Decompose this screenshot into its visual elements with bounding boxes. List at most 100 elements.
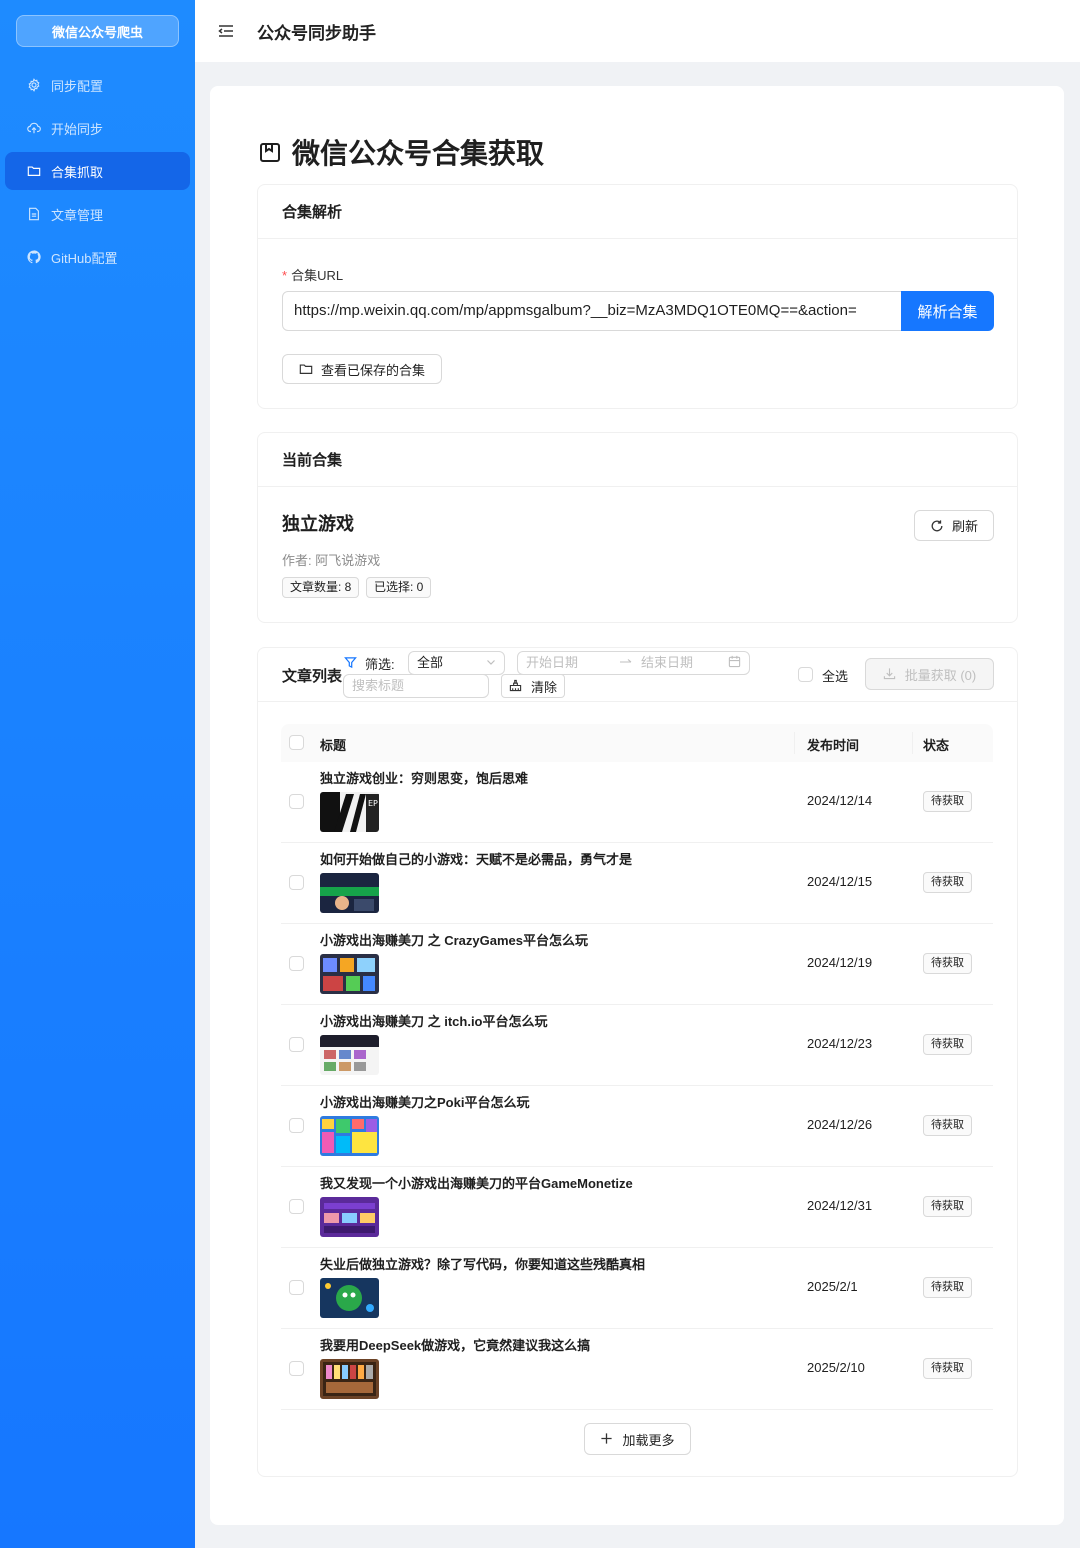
- date-range-picker[interactable]: 开始日期 结束日期: [517, 651, 750, 675]
- folder-icon: [27, 164, 41, 178]
- filter-icon: [344, 656, 357, 669]
- sidebar-item-label: 合集抓取: [51, 164, 104, 180]
- top-header: 公众号同步助手: [195, 0, 1080, 62]
- article-title: 失业后做独立游戏？除了写代码，你要知道这些残酷真相: [320, 1257, 646, 1272]
- arrow-right-icon: [619, 652, 633, 674]
- table-row[interactable]: 小游戏出海赚美刀 之 CrazyGames平台怎么玩 2024/12/19 待获…: [281, 924, 993, 1005]
- status-badge: 待获取: [923, 1277, 972, 1298]
- column-divider: [794, 732, 795, 754]
- end-date-input[interactable]: 结束日期: [641, 652, 693, 674]
- status-badge: 待获取: [923, 1196, 972, 1217]
- sidebar-item-label: 同步配置: [51, 78, 104, 94]
- article-title: 我又发现一个小游戏出海赚美刀的平台GameMonetize: [320, 1176, 633, 1191]
- select-all-label: 全选: [822, 669, 849, 684]
- article-date: 2024/12/15: [807, 874, 873, 889]
- parse-card: 合集解析 * 合集URL https://mp.weixin.qq.com/mp/…: [257, 184, 1018, 409]
- article-count-tag: 文章数量: 8: [282, 577, 360, 598]
- status-badge: 待获取: [923, 1034, 972, 1055]
- article-title: 我要用DeepSeek做游戏，它竟然建议我这么搞: [320, 1338, 591, 1353]
- parse-collection-button[interactable]: 解析合集: [901, 291, 994, 331]
- sidebar-item-label: 开始同步: [51, 121, 104, 137]
- app-title: 公众号同步助手: [257, 24, 376, 43]
- url-label: * 合集URL: [282, 268, 344, 283]
- clear-label: 清除: [530, 679, 557, 695]
- row-checkbox[interactable]: [289, 794, 304, 809]
- status-badge: 待获取: [923, 953, 972, 974]
- cloud-upload-icon: [27, 121, 41, 135]
- filter-label: 筛选:: [365, 657, 395, 672]
- sidebar: 微信公众号爬虫 同步配置 开始同步 合集抓取 文章管理 GitHub配置: [0, 0, 195, 1548]
- table-row[interactable]: 我又发现一个小游戏出海赚美刀的平台GameMonetize 2024/12/31…: [281, 1167, 993, 1248]
- table-row[interactable]: 失业后做独立游戏？除了写代码，你要知道这些残酷真相 2025/2/1 待获取: [281, 1248, 993, 1329]
- download-icon: [883, 667, 897, 681]
- status-badge: 待获取: [923, 872, 972, 893]
- parse-card-title: 合集解析: [258, 185, 1017, 239]
- sidebar-item-articles[interactable]: 文章管理: [5, 195, 190, 233]
- sidebar-item-github[interactable]: GitHub配置: [5, 238, 190, 276]
- article-title: 小游戏出海赚美刀 之 CrazyGames平台怎么玩: [320, 933, 588, 948]
- table-row[interactable]: 如何开始做自己的小游戏：天赋不是必需品，勇气才是 2024/12/15 待获取: [281, 843, 993, 924]
- article-thumbnail: [320, 1116, 379, 1156]
- url-label-text: 合集URL: [291, 268, 344, 283]
- refresh-button[interactable]: 刷新: [914, 510, 994, 541]
- article-title: 如何开始做自己的小游戏：天赋不是必需品，勇气才是: [320, 852, 633, 867]
- row-checkbox[interactable]: [289, 1280, 304, 1295]
- row-checkbox[interactable]: [289, 1037, 304, 1052]
- folder-icon: [299, 362, 313, 376]
- filter-select[interactable]: 全部: [408, 651, 505, 675]
- column-divider: [912, 732, 913, 754]
- row-checkbox[interactable]: [289, 1118, 304, 1133]
- brand-button[interactable]: 微信公众号爬虫: [16, 15, 179, 47]
- row-checkbox[interactable]: [289, 875, 304, 890]
- list-title: 文章列表: [282, 668, 343, 685]
- article-title: 小游戏出海赚美刀 之 itch.io平台怎么玩: [320, 1014, 548, 1029]
- row-checkbox[interactable]: [289, 1361, 304, 1376]
- refresh-label: 刷新: [951, 519, 978, 534]
- page-title-text: 微信公众号合集获取: [292, 138, 545, 169]
- sidebar-item-sync-config[interactable]: 同步配置: [5, 66, 190, 104]
- selected-count-tag: 已选择: 0: [366, 577, 432, 598]
- table-row[interactable]: 我要用DeepSeek做游戏，它竟然建议我这么搞 2025/2/10 待获取: [281, 1329, 993, 1410]
- search-placeholder: 搜索标题: [352, 678, 405, 693]
- table-row[interactable]: 小游戏出海赚美刀之Poki平台怎么玩 2024/12/26 待获取: [281, 1086, 993, 1167]
- book-icon: [258, 140, 282, 164]
- chevron-down-icon: [486, 652, 496, 674]
- search-title-input[interactable]: 搜索标题: [343, 674, 489, 698]
- article-thumbnail: [320, 1035, 379, 1075]
- clear-button[interactable]: 清除: [501, 674, 565, 698]
- start-date-input[interactable]: 开始日期: [526, 655, 578, 670]
- article-thumbnail: [320, 1359, 379, 1399]
- calendar-icon: [728, 653, 741, 675]
- batch-fetch-button[interactable]: 批量获取 (0): [865, 658, 994, 690]
- main-content: 微信公众号合集获取 合集解析 * 合集URL https://mp.weixin.…: [210, 86, 1064, 1525]
- table-row[interactable]: 独立游戏创业：穷则思变，饱后思难 EP 2024/12/14 待获取: [281, 762, 993, 843]
- sidebar-item-label: GitHub配置: [51, 250, 118, 266]
- url-input[interactable]: https://mp.weixin.qq.com/mp/appmsgalbum?…: [282, 291, 902, 331]
- header-checkbox[interactable]: [289, 735, 304, 750]
- load-more-label: 加载更多: [622, 1432, 675, 1448]
- current-card-title: 当前合集: [258, 433, 1017, 487]
- status-badge: 待获取: [923, 1115, 972, 1136]
- article-title: 小游戏出海赚美刀之Poki平台怎么玩: [320, 1095, 530, 1110]
- file-icon: [27, 207, 41, 221]
- row-checkbox[interactable]: [289, 1199, 304, 1214]
- current-collection-card: 当前合集 独立游戏 作者: 阿飞说游戏 文章数量: 8 已选择: 0 刷新: [257, 432, 1018, 623]
- sidebar-item-start-sync[interactable]: 开始同步: [5, 109, 190, 147]
- view-saved-button[interactable]: 查看已保存的合集: [282, 354, 442, 384]
- article-thumbnail: [320, 1278, 379, 1318]
- column-title: 标题: [320, 738, 347, 753]
- table-row[interactable]: 小游戏出海赚美刀 之 itch.io平台怎么玩 2024/12/23 待获取: [281, 1005, 993, 1086]
- plus-icon: [600, 1432, 614, 1446]
- batch-fetch-label: 批量获取 (0): [904, 667, 977, 683]
- article-thumbnail: [320, 1197, 379, 1237]
- sidebar-item-collection[interactable]: 合集抓取: [5, 152, 190, 190]
- article-date: 2024/12/23: [807, 1036, 873, 1051]
- status-badge: 待获取: [923, 791, 972, 812]
- article-table: 标题 发布时间 状态 独立游戏创业：穷则思变，饱后思难 EP 2024/12/1…: [281, 724, 993, 1410]
- load-more-button[interactable]: 加载更多: [584, 1423, 691, 1455]
- svg-text:EP: EP: [368, 799, 378, 808]
- menu-fold-icon[interactable]: [217, 22, 235, 40]
- select-all-checkbox[interactable]: [798, 667, 813, 682]
- column-date: 发布时间: [807, 738, 860, 753]
- row-checkbox[interactable]: [289, 956, 304, 971]
